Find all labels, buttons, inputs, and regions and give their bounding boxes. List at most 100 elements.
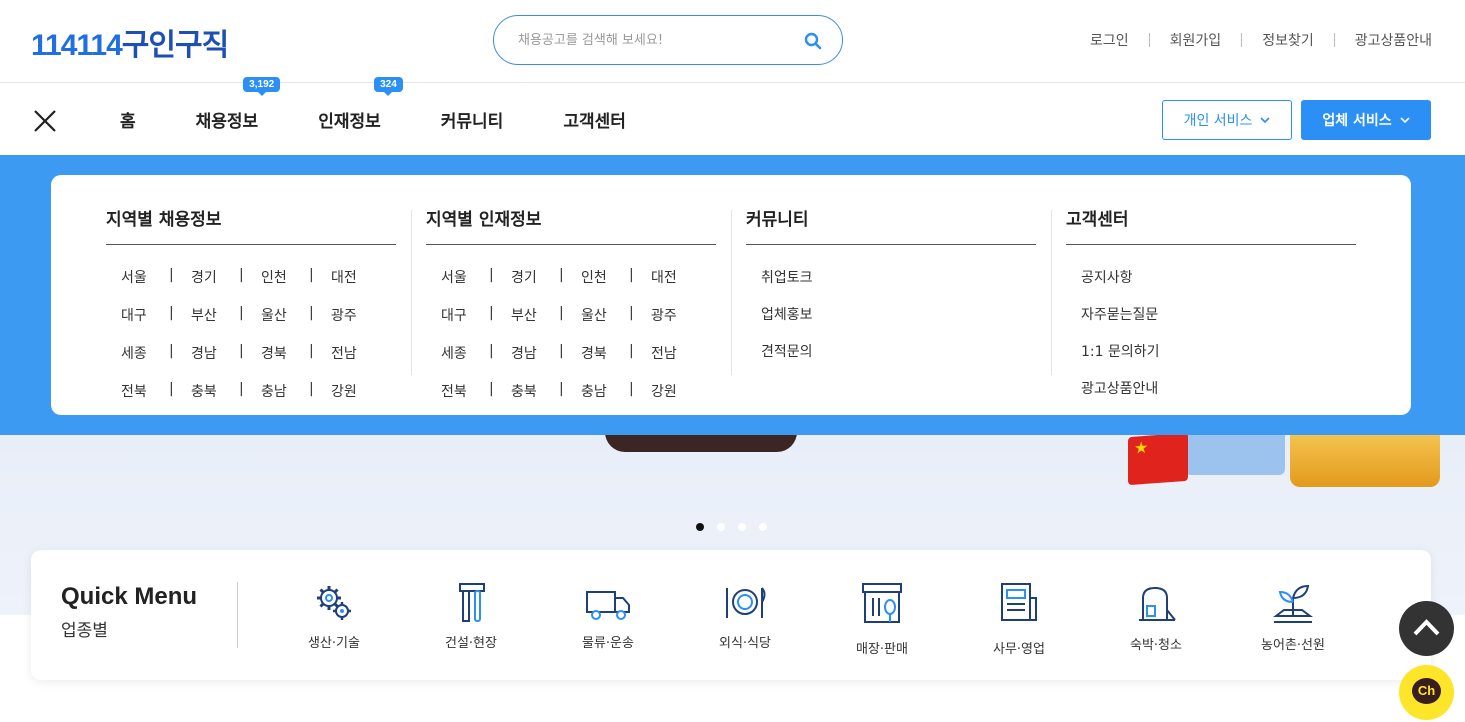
quick-menu-title: Quick Menu xyxy=(61,583,198,610)
link-notice[interactable]: 공지사항 xyxy=(1081,267,1356,287)
link-company-promo[interactable]: 업체홍보 xyxy=(761,304,1036,324)
region-link[interactable]: 세종 xyxy=(121,343,191,363)
slider-dot[interactable] xyxy=(696,523,704,531)
region-link[interactable]: 전북 xyxy=(441,381,511,401)
region-grid: 서울경기인천대전대구부산울산광주세종경남경북전남전북충북충남강원 xyxy=(106,267,396,401)
column-title: 지역별 채용정보 xyxy=(106,205,396,245)
region-link[interactable]: 광주 xyxy=(309,305,401,325)
quick-item-store[interactable]: 매장·판매 xyxy=(822,580,942,657)
quick-item-label: 농어촌·선원 xyxy=(1261,638,1325,653)
nav-item-label: 채용정보 xyxy=(195,112,259,132)
quick-item-label: 사무·영업 xyxy=(993,642,1045,657)
close-icon[interactable] xyxy=(33,109,57,133)
slider-dot[interactable] xyxy=(759,523,767,531)
region-link[interactable]: 경북 xyxy=(239,343,331,363)
region-link[interactable]: 세종 xyxy=(441,343,511,363)
quick-item-production[interactable]: 생산·기술 xyxy=(274,580,394,651)
region-link[interactable]: 경남 xyxy=(489,343,581,363)
company-service-button[interactable]: 업체 서비스 xyxy=(1301,100,1431,140)
column-title: 지역별 인재정보 xyxy=(426,205,716,245)
quick-item-farming[interactable]: 농어촌·선원 xyxy=(1233,580,1353,653)
region-link[interactable]: 대전 xyxy=(309,267,401,287)
banner-illustration xyxy=(1185,435,1285,475)
scroll-to-top-button[interactable] xyxy=(1399,601,1454,656)
chevron-up-icon xyxy=(1413,619,1440,636)
nav-item-talent[interactable]: 인재정보 324 xyxy=(318,77,403,132)
nav-item-label: 고객센터 xyxy=(563,112,626,132)
star-icon: ★ xyxy=(1134,437,1149,458)
signup-link[interactable]: 회원가입 xyxy=(1150,30,1242,50)
region-link[interactable]: 충북 xyxy=(489,381,581,401)
region-link[interactable]: 인천 xyxy=(559,267,651,287)
quick-item-lodging[interactable]: 숙박·청소 xyxy=(1096,580,1216,653)
region-link[interactable]: 울산 xyxy=(559,305,651,325)
region-link[interactable]: 인천 xyxy=(239,267,331,287)
quick-item-office[interactable]: 사무·영업 xyxy=(959,580,1079,657)
nav-item-home[interactable]: 홈 xyxy=(120,107,136,132)
region-link[interactable]: 경북 xyxy=(559,343,651,363)
region-link[interactable]: 대전 xyxy=(629,267,721,287)
find-account-link[interactable]: 정보찾기 xyxy=(1242,30,1334,50)
region-link[interactable]: 울산 xyxy=(239,305,331,325)
talent-count-badge: 324 xyxy=(374,77,403,96)
region-link[interactable]: 대구 xyxy=(441,305,511,325)
nav-item-label: 커뮤니티 xyxy=(440,112,504,132)
search-input[interactable] xyxy=(518,28,798,52)
ad-products-link[interactable]: 광고상품안내 xyxy=(1335,30,1432,50)
region-link[interactable]: 부산 xyxy=(169,305,261,325)
main-nav: 홈 채용정보 3,192 인재정보 324 커뮤니티 고객센터 개인 서비스 업체 … xyxy=(0,77,1465,155)
region-link[interactable]: 전남 xyxy=(309,343,401,363)
talent-by-region-column: 지역별 인재정보 서울경기인천대전대구부산울산광주세종경남경북전남전북충북충남강… xyxy=(426,205,716,401)
company-service-label: 업체 서비스 xyxy=(1322,113,1392,129)
nav-item-jobs[interactable]: 채용정보 3,192 xyxy=(195,77,281,132)
link-inquiry[interactable]: 1:1 문의하기 xyxy=(1081,341,1356,361)
link-ad-products[interactable]: 광고상품안내 xyxy=(1081,378,1356,398)
region-link[interactable]: 전북 xyxy=(121,381,191,401)
nav-item-support[interactable]: 고객센터 xyxy=(563,107,626,132)
support-column: 고객센터 공지사항 자주묻는질문 1:1 문의하기 광고상품안내 xyxy=(1066,205,1356,398)
region-link[interactable]: 충북 xyxy=(169,381,261,401)
region-link[interactable]: 광주 xyxy=(629,305,721,325)
community-column: 커뮤니티 취업토크 업체홍보 견적문의 xyxy=(746,205,1036,361)
chat-channel-button[interactable]: Ch xyxy=(1399,665,1454,720)
region-grid: 서울경기인천대전대구부산울산광주세종경남경북전남전북충북충남강원 xyxy=(426,267,716,401)
region-link[interactable]: 충남 xyxy=(239,381,331,401)
column-title: 고객센터 xyxy=(1066,205,1356,245)
column-divider xyxy=(731,210,732,375)
slider-dot[interactable] xyxy=(738,523,746,531)
quick-item-logistics[interactable]: 물류·운송 xyxy=(548,580,668,651)
region-link[interactable]: 경기 xyxy=(169,267,261,287)
slider-dot[interactable] xyxy=(717,523,725,531)
nav-item-label: 인재정보 xyxy=(318,112,381,132)
region-link[interactable]: 경기 xyxy=(489,267,581,287)
login-link[interactable]: 로그인 xyxy=(1070,30,1149,50)
region-link[interactable]: 대구 xyxy=(121,305,191,325)
quick-item-restaurant[interactable]: 외식·식당 xyxy=(685,580,805,651)
site-logo[interactable]: 114114구인구직 xyxy=(31,20,229,64)
region-link[interactable]: 부산 xyxy=(489,305,581,325)
hammer-wrench-icon xyxy=(459,583,485,622)
column-divider xyxy=(1051,210,1052,375)
china-flag-image: ★ xyxy=(1128,432,1188,486)
region-link[interactable]: 충남 xyxy=(559,381,651,401)
region-link[interactable]: 서울 xyxy=(121,267,191,287)
region-link[interactable]: 강원 xyxy=(309,381,401,401)
quick-item-label: 건설·현장 xyxy=(445,636,497,651)
region-link[interactable]: 전남 xyxy=(629,343,721,363)
chat-icon: Ch xyxy=(1412,678,1441,704)
region-link[interactable]: 경남 xyxy=(169,343,261,363)
region-link[interactable]: 강원 xyxy=(629,381,721,401)
nav-item-community[interactable]: 커뮤니티 xyxy=(441,107,504,132)
personal-service-button[interactable]: 개인 서비스 xyxy=(1162,100,1292,140)
search-icon[interactable] xyxy=(804,32,822,50)
link-quote-inquiry[interactable]: 견적문의 xyxy=(761,341,1036,361)
quick-menu-subtitle: 업종별 xyxy=(61,621,108,641)
utility-links: 로그인 회원가입 정보찾기 광고상품안내 xyxy=(1070,30,1432,50)
sprout-icon xyxy=(1273,584,1313,623)
region-link[interactable]: 서울 xyxy=(441,267,511,287)
link-faq[interactable]: 자주묻는질문 xyxy=(1081,304,1356,324)
plate-cutlery-icon xyxy=(726,587,766,618)
quick-item-construction[interactable]: 건설·현장 xyxy=(411,580,531,651)
search-box xyxy=(493,15,843,65)
link-job-talk[interactable]: 취업토크 xyxy=(761,267,1036,287)
